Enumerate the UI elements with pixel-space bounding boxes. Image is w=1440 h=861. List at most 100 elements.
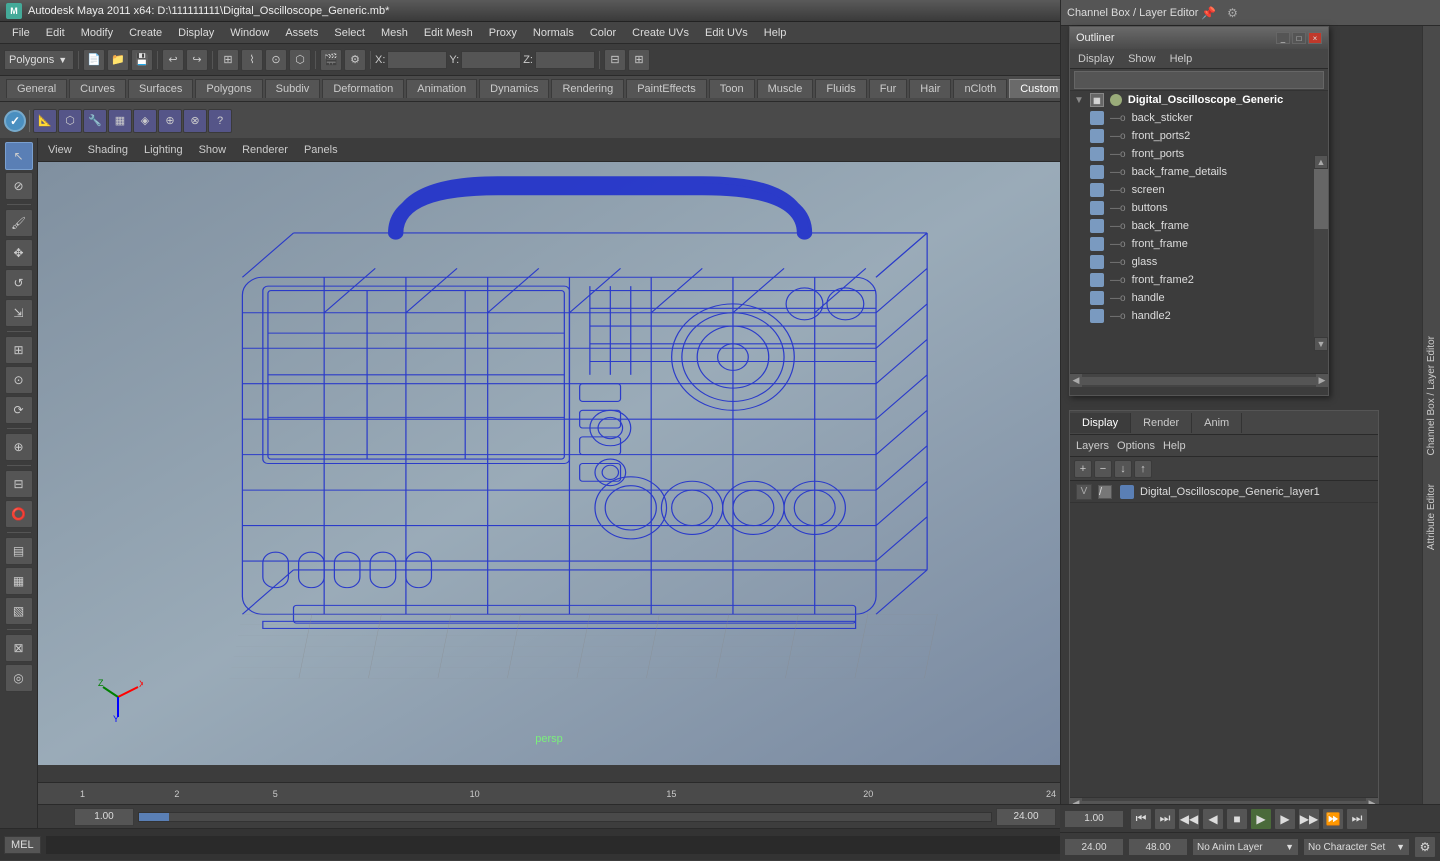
- ol-item-handle[interactable]: —o handle: [1070, 289, 1328, 307]
- ol-item-back-sticker[interactable]: —o back_sticker: [1070, 109, 1328, 127]
- menu-window[interactable]: Window: [222, 25, 277, 41]
- shelf-tab-muscle[interactable]: Muscle: [757, 79, 814, 98]
- snap-surface-btn[interactable]: ⬡: [289, 49, 311, 71]
- menu-edit-uvs[interactable]: Edit UVs: [697, 25, 756, 41]
- ol-item-glass[interactable]: —o glass: [1070, 253, 1328, 271]
- shelf-tab-curves[interactable]: Curves: [69, 79, 126, 98]
- go-to-start-btn[interactable]: ⏮: [1130, 808, 1152, 830]
- ol-item-front-ports2[interactable]: —o front_ports2: [1070, 127, 1328, 145]
- select-tool-btn[interactable]: ↖: [5, 142, 33, 170]
- menu-normals[interactable]: Normals: [525, 25, 582, 41]
- menu-edit-mesh[interactable]: Edit Mesh: [416, 25, 481, 41]
- menu-mesh[interactable]: Mesh: [373, 25, 416, 41]
- menu-proxy[interactable]: Proxy: [481, 25, 525, 41]
- x-field[interactable]: [387, 51, 447, 69]
- shelf-icon-4[interactable]: ▦: [108, 109, 132, 133]
- show-manip-btn[interactable]: ⊕: [5, 433, 33, 461]
- new-file-btn[interactable]: 📄: [83, 49, 105, 71]
- outliner-scroll-down[interactable]: ▼: [1314, 337, 1328, 351]
- menu-assets[interactable]: Assets: [277, 25, 326, 41]
- vp-menu-view[interactable]: View: [44, 142, 76, 158]
- paint-select-btn[interactable]: 🖌: [5, 209, 33, 237]
- shelf-tab-polygons[interactable]: Polygons: [195, 79, 262, 98]
- sculpt-btn[interactable]: ⟳: [5, 396, 33, 424]
- viewport-canvas[interactable]: X Z Y persp: [38, 162, 1060, 765]
- polygon-mode-dropdown[interactable]: Polygons ▼: [4, 50, 74, 70]
- render-settings-btn[interactable]: ⚙: [344, 49, 366, 71]
- le-remove-from-layer-btn[interactable]: ↑: [1134, 460, 1152, 478]
- z-field[interactable]: [535, 51, 595, 69]
- redo-btn[interactable]: ↪: [186, 49, 208, 71]
- shelf-tab-fluids[interactable]: Fluids: [815, 79, 866, 98]
- layer-row-1[interactable]: V / Digital_Oscilloscope_Generic_layer1: [1070, 481, 1378, 503]
- shelf-tab-subdiv[interactable]: Subdiv: [265, 79, 321, 98]
- save-file-btn[interactable]: 💾: [131, 49, 153, 71]
- shelf-tab-rendering[interactable]: Rendering: [551, 79, 624, 98]
- snap-curve-btn[interactable]: ⌇: [241, 49, 263, 71]
- step-fwd-fast-btn[interactable]: ▶▶: [1298, 808, 1320, 830]
- ol-item-handle2[interactable]: —o handle2: [1070, 307, 1328, 325]
- le-opt-options[interactable]: Options: [1117, 440, 1155, 452]
- shelf-tab-ncloth[interactable]: nCloth: [953, 79, 1007, 98]
- step-fwd-btn[interactable]: ▶: [1274, 808, 1296, 830]
- shelf-tab-deformation[interactable]: Deformation: [322, 79, 404, 98]
- grid-snap-toggle[interactable]: ⊟: [604, 49, 626, 71]
- menu-help[interactable]: Help: [756, 25, 795, 41]
- step-back-key-btn[interactable]: ⏭: [1154, 808, 1176, 830]
- anim-end-field[interactable]: 48.00: [1128, 838, 1188, 856]
- timeline-track[interactable]: 1 2 5 10 15 20 24: [76, 783, 1060, 804]
- display-layer-btn[interactable]: ▤: [5, 537, 33, 565]
- channel-box-tab[interactable]: Channel Box / Layer Editor: [1424, 332, 1439, 460]
- go-to-end-btn[interactable]: ⏭: [1346, 808, 1368, 830]
- universal-manip-btn[interactable]: ⊞: [5, 336, 33, 364]
- vp-menu-renderer[interactable]: Renderer: [238, 142, 292, 158]
- shelf-tab-painteffects[interactable]: PaintEffects: [626, 79, 707, 98]
- stop-btn[interactable]: ■: [1226, 808, 1248, 830]
- vp-menu-panels[interactable]: Panels: [300, 142, 342, 158]
- quick-layout-btn[interactable]: ⊠: [5, 634, 33, 662]
- shelf-tab-surfaces[interactable]: Surfaces: [128, 79, 193, 98]
- ol-item-front-ports[interactable]: —o front_ports: [1070, 145, 1328, 163]
- le-opt-help[interactable]: Help: [1163, 440, 1186, 452]
- step-fwd-key-btn[interactable]: ⏩: [1322, 808, 1344, 830]
- vp-menu-shading[interactable]: Shading: [84, 142, 132, 158]
- menu-create[interactable]: Create: [121, 25, 170, 41]
- move-tool-btn[interactable]: ✥: [5, 239, 33, 267]
- outliner-search-input[interactable]: [1074, 71, 1324, 89]
- outliner-minimize-btn[interactable]: _: [1276, 32, 1290, 44]
- shelf-icon-1[interactable]: 📐: [33, 109, 57, 133]
- render-btn[interactable]: 🎬: [320, 49, 342, 71]
- outliner-scroll-up[interactable]: ▲: [1314, 155, 1328, 169]
- no-anim-layer-dropdown[interactable]: No Anim Layer ▼: [1192, 838, 1299, 856]
- start-frame-field[interactable]: 1.00: [74, 808, 134, 826]
- render-layer-btn[interactable]: ▧: [5, 597, 33, 625]
- ol-item-screen[interactable]: —o screen: [1070, 181, 1328, 199]
- hypergraph-btn[interactable]: ◎: [5, 664, 33, 692]
- open-file-btn[interactable]: 📁: [107, 49, 129, 71]
- lasso-select-btn[interactable]: ⊘: [5, 172, 33, 200]
- anim-prefs-btn[interactable]: ⚙: [1414, 836, 1436, 858]
- outliner-scroll-thumb[interactable]: [1314, 169, 1328, 229]
- ol-menu-display[interactable]: Display: [1074, 51, 1118, 67]
- menu-color[interactable]: Color: [582, 25, 624, 41]
- cb-pin-btn[interactable]: 📌: [1198, 3, 1218, 23]
- time-range-track[interactable]: [138, 812, 992, 822]
- shelf-icon-6[interactable]: ⊕: [158, 109, 182, 133]
- le-opt-layers[interactable]: Layers: [1076, 440, 1109, 452]
- step-back-btn[interactable]: ◀◀: [1178, 808, 1200, 830]
- le-add-to-layer-btn[interactable]: ↓: [1114, 460, 1132, 478]
- step-frame-back-btn[interactable]: ◀: [1202, 808, 1224, 830]
- shelf-tab-toon[interactable]: Toon: [709, 79, 755, 98]
- cb-settings-btn[interactable]: ⚙: [1222, 3, 1242, 23]
- rotate-tool-btn[interactable]: ↺: [5, 269, 33, 297]
- current-frame-field[interactable]: 1.00: [1064, 810, 1124, 828]
- le-delete-layer-btn[interactable]: −: [1094, 460, 1112, 478]
- shelf-tab-general[interactable]: General: [6, 79, 67, 98]
- undo-btn[interactable]: ↩: [162, 49, 184, 71]
- menu-edit[interactable]: Edit: [38, 25, 73, 41]
- ol-item-back-frame[interactable]: —o back_frame: [1070, 217, 1328, 235]
- menu-file[interactable]: File: [4, 25, 38, 41]
- menu-create-uvs[interactable]: Create UVs: [624, 25, 697, 41]
- ol-item-back-frame-details[interactable]: —o back_frame_details: [1070, 163, 1328, 181]
- snap-point-btn[interactable]: ⊙: [265, 49, 287, 71]
